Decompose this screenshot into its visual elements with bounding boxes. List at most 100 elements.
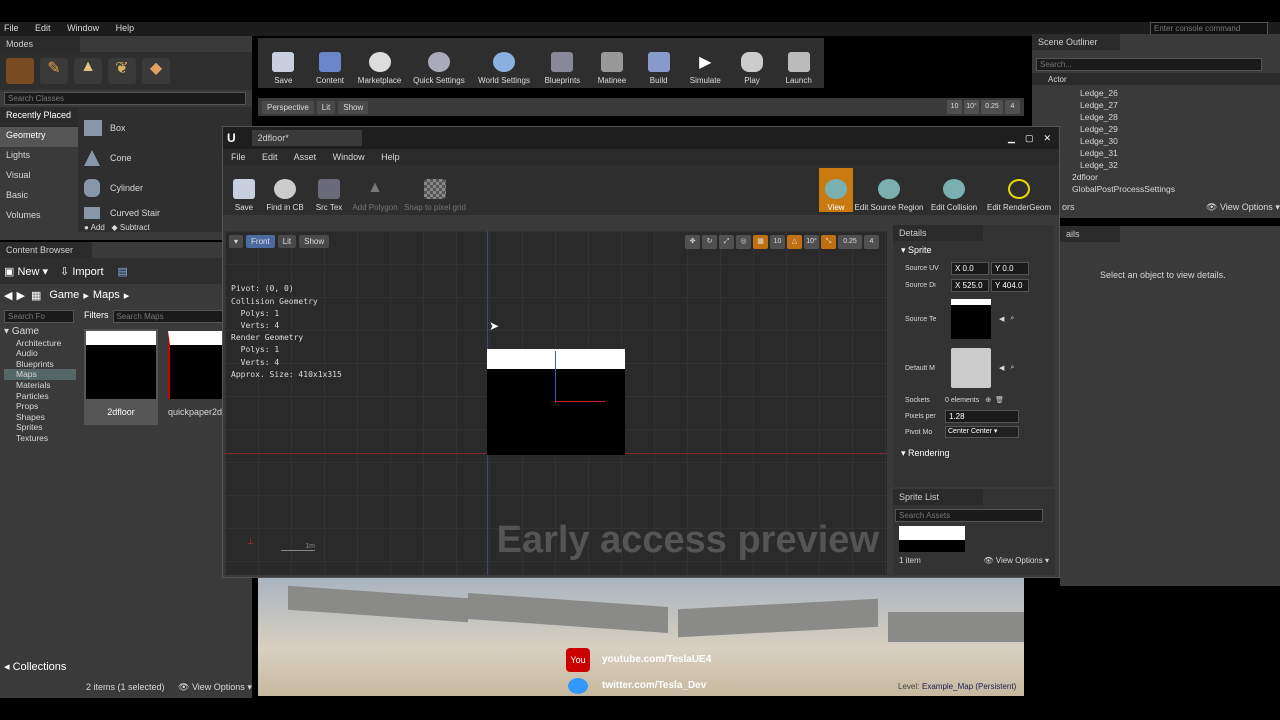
- category-lights[interactable]: Lights: [0, 147, 78, 167]
- menu-window[interactable]: Window: [333, 152, 365, 162]
- show-button[interactable]: Show: [338, 100, 369, 114]
- perspective-button[interactable]: Perspective: [262, 100, 314, 114]
- outliner-item[interactable]: Ledge_27: [1080, 99, 1280, 111]
- search-assets-input[interactable]: Search Assets: [895, 509, 1043, 522]
- rotate-icon[interactable]: ↻: [702, 235, 717, 249]
- outliner-item[interactable]: Ledge_29: [1080, 123, 1280, 135]
- back-arrow-icon[interactable]: ◀: [4, 289, 12, 302]
- view-options-button[interactable]: 👁 View Options ▾: [178, 682, 252, 693]
- tree-textures[interactable]: Textures: [4, 433, 76, 444]
- camera-speed-value[interactable]: 4: [1005, 100, 1020, 114]
- tree-blueprints[interactable]: Blueprints: [4, 359, 76, 370]
- tree-props[interactable]: Props: [4, 401, 76, 412]
- search-classes-input[interactable]: Search Classes: [4, 92, 246, 105]
- quick-settings-button[interactable]: Quick Settings: [406, 41, 472, 85]
- asset-quickpaper2d[interactable]: quickpaper2d: [166, 329, 224, 425]
- minimize-button[interactable]: ▁: [1008, 133, 1015, 144]
- front-view-button[interactable]: Front: [246, 235, 275, 248]
- material-thumbnail[interactable]: [951, 348, 991, 388]
- rendering-section-header[interactable]: ▾ Rendering: [893, 440, 1053, 459]
- outliner-item[interactable]: GlobalPostProcessSettings: [1072, 183, 1280, 195]
- outliner-item[interactable]: Ledge_26: [1080, 87, 1280, 99]
- camera-speed-value[interactable]: 4: [864, 235, 879, 249]
- sprite-section-header[interactable]: ▾ Sprite: [893, 241, 1053, 260]
- menu-window[interactable]: Window: [67, 23, 99, 33]
- build-button[interactable]: Build: [635, 41, 682, 85]
- sprite-save-button[interactable]: Save: [227, 168, 261, 212]
- find-in-cb-button[interactable]: Find in CB: [261, 168, 309, 212]
- add-polygon-button[interactable]: ▲ Add Polygon: [349, 168, 401, 212]
- subtract-radio[interactable]: ◆ Subtract: [112, 223, 150, 232]
- use-asset-arrow-icon[interactable]: ◀: [999, 364, 1004, 372]
- tree-game[interactable]: ▾ Game: [4, 326, 76, 338]
- menu-edit[interactable]: Edit: [35, 23, 51, 33]
- outliner-search-input[interactable]: Search...: [1036, 58, 1262, 71]
- pivot-mode-dropdown[interactable]: Center Center ▾: [945, 426, 1019, 438]
- outliner-item[interactable]: Ledge_31: [1080, 147, 1280, 159]
- scale-icon[interactable]: ⤢: [719, 235, 734, 249]
- rotation-snap-icon[interactable]: △: [787, 235, 802, 249]
- menu-help[interactable]: Help: [381, 152, 400, 162]
- launch-button[interactable]: Launch: [775, 41, 822, 85]
- source-texture-thumbnail[interactable]: [951, 299, 991, 339]
- level-viewport-scene[interactable]: You youtube.com/TeslaUE4 twitter.com/Tes…: [258, 578, 1024, 696]
- forward-arrow-icon[interactable]: ▶: [16, 289, 24, 302]
- asset-2dfloor[interactable]: 2dfloor: [84, 329, 158, 425]
- content-button[interactable]: Content: [307, 41, 354, 85]
- trash-icon[interactable]: 🗑: [995, 396, 1004, 404]
- scale-snap-icon[interactable]: ⤡: [821, 235, 836, 249]
- add-socket-icon[interactable]: ⊕: [985, 396, 991, 404]
- scale-snap-value[interactable]: 0.25: [981, 100, 1003, 114]
- category-geometry[interactable]: Geometry: [0, 127, 78, 147]
- modes-tab[interactable]: Modes: [0, 36, 80, 52]
- sprite-list-tab[interactable]: Sprite List: [893, 489, 983, 505]
- category-volumes[interactable]: Volumes: [0, 207, 78, 227]
- sprite-list-thumbnail[interactable]: [899, 526, 965, 552]
- mode-edit-source-region-button[interactable]: Edit Source Region: [853, 168, 925, 212]
- grid-snap-icon[interactable]: ▦: [753, 235, 768, 249]
- menu-asset[interactable]: Asset: [294, 152, 317, 162]
- save-all-icon[interactable]: ▤: [118, 265, 128, 278]
- world-settings-button[interactable]: World Settings: [472, 41, 536, 85]
- content-browser-tab[interactable]: Content Browser: [0, 242, 92, 258]
- browse-magnifier-icon[interactable]: ⌕: [1010, 364, 1014, 372]
- blueprints-button[interactable]: Blueprints: [536, 41, 589, 85]
- simulate-button[interactable]: ▶ Simulate: [682, 41, 729, 85]
- outliner-item[interactable]: Ledge_32: [1080, 159, 1280, 171]
- filters-button[interactable]: Filters: [84, 310, 109, 323]
- grid-snap-value[interactable]: 10: [947, 100, 962, 114]
- maximize-button[interactable]: ▢: [1025, 133, 1034, 144]
- outliner-view-options[interactable]: 👁 View Options ▾: [1206, 202, 1280, 213]
- paint-mode-icon[interactable]: ✎: [40, 58, 68, 84]
- menu-file[interactable]: File: [4, 23, 19, 33]
- use-asset-arrow-icon[interactable]: ◀: [999, 315, 1004, 323]
- tree-sprites[interactable]: Sprites: [4, 422, 76, 433]
- import-button[interactable]: ⇩ Import: [60, 265, 103, 278]
- rotation-snap-value[interactable]: 10°: [804, 235, 819, 249]
- source-dim-y-field[interactable]: Y 404.0: [991, 279, 1029, 292]
- foliage-mode-icon[interactable]: ❦: [108, 58, 136, 84]
- pixels-per-unit-field[interactable]: 1.28: [945, 409, 1019, 423]
- show-button[interactable]: Show: [299, 235, 330, 248]
- collections-header[interactable]: ◂ Collections: [4, 660, 66, 673]
- save-button[interactable]: Save: [260, 41, 307, 85]
- rotation-snap-value[interactable]: 10°: [964, 100, 979, 114]
- translate-icon[interactable]: ✥: [685, 235, 700, 249]
- snap-to-grid-button[interactable]: Snap to pixel grid: [401, 168, 469, 212]
- sprite-editor-tab[interactable]: 2dfloor*: [251, 130, 362, 146]
- actor-column-header[interactable]: Actor: [1032, 73, 1280, 85]
- lit-button[interactable]: Lit: [277, 235, 297, 248]
- tree-materials[interactable]: Materials: [4, 380, 76, 391]
- browse-magnifier-icon[interactable]: ⌕: [1010, 315, 1014, 323]
- sprite-viewport[interactable]: ▾ Front Lit Show ✥ ↻ ⤢ ◎ ▦ 10 △ 10° ⤡ 0.…: [225, 231, 887, 575]
- search-folders-input[interactable]: Search Fo: [4, 310, 74, 323]
- menu-help[interactable]: Help: [116, 23, 135, 33]
- breadcrumb-game[interactable]: Game: [49, 289, 79, 301]
- sprite-list-view-options[interactable]: 👁 View Options ▾: [983, 556, 1049, 565]
- world-icon[interactable]: ◎: [736, 235, 751, 249]
- mode-view-button[interactable]: View: [819, 168, 853, 212]
- marketplace-button[interactable]: Marketplace: [353, 41, 406, 85]
- outliner-item[interactable]: 2dfloor: [1072, 171, 1280, 183]
- outliner-item[interactable]: Ledge_28: [1080, 111, 1280, 123]
- close-button[interactable]: ✕: [1043, 133, 1051, 144]
